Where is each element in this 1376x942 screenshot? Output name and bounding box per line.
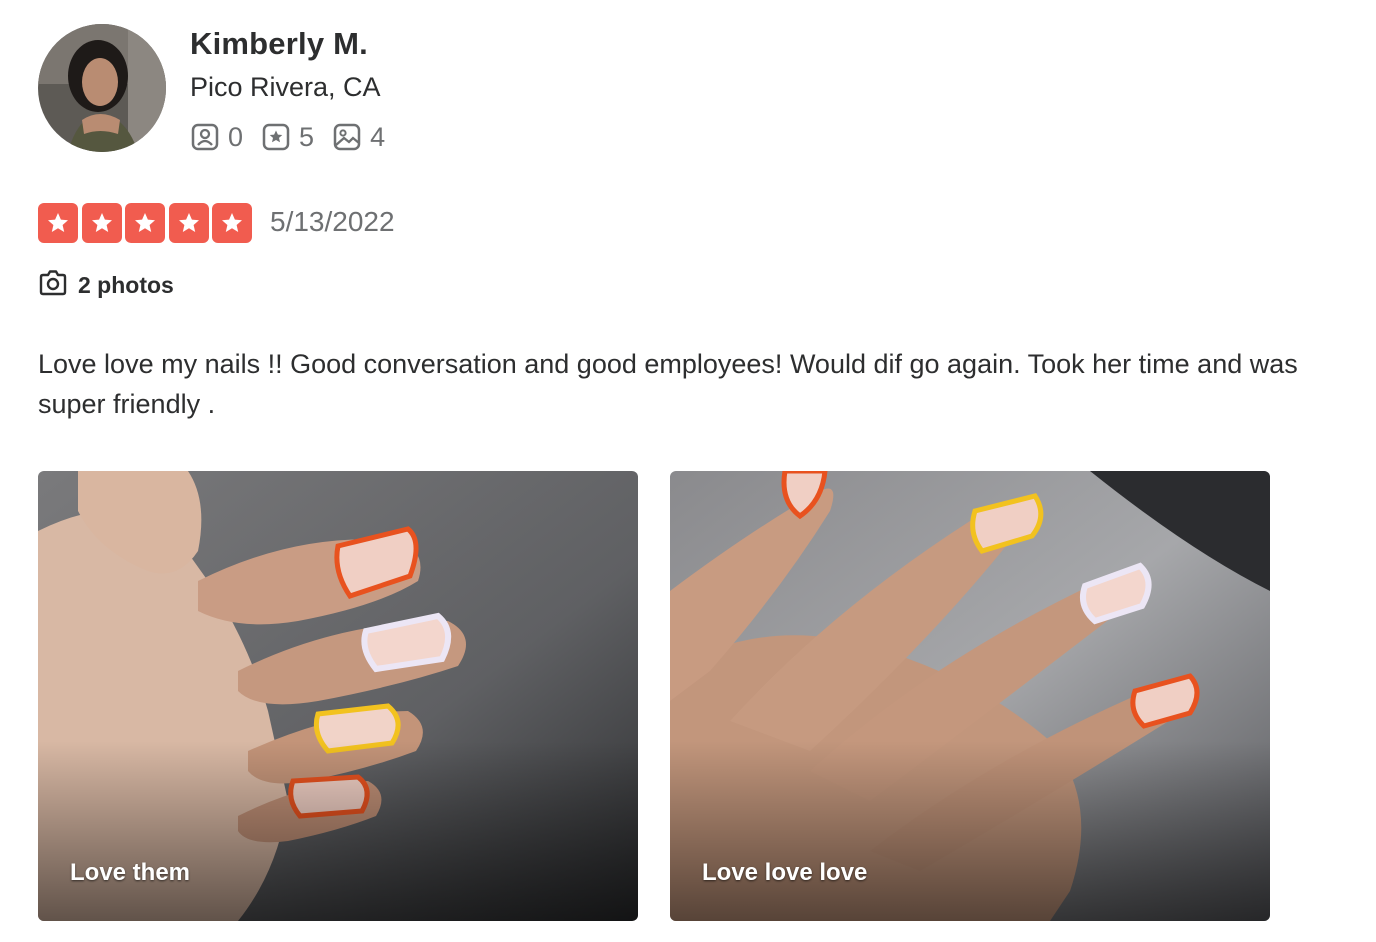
photo-caption: Love love love (702, 859, 868, 886)
star-icon (212, 203, 252, 243)
friends-stat: 0 (190, 122, 243, 153)
star-icon (125, 203, 165, 243)
review-photo[interactable]: Love love love (670, 471, 1270, 921)
friends-count: 0 (228, 121, 244, 152)
review-photo[interactable]: Love them (38, 471, 638, 921)
reviews-icon (261, 122, 291, 152)
review-text: Love love my nails !! Good conversation … (38, 349, 1298, 419)
reviews-count: 5 (299, 121, 315, 152)
photos-link[interactable]: 2 photos (38, 268, 174, 303)
star-rating (38, 203, 256, 243)
star-icon (38, 203, 78, 243)
star-icon (81, 203, 122, 243)
photos-count: 4 (370, 121, 386, 152)
user-name[interactable]: Kimberly M. (190, 26, 368, 62)
camera-icon (38, 268, 68, 303)
photos-stat: 4 (332, 122, 385, 153)
photo-caption: Love them (70, 859, 191, 886)
star-icon (168, 203, 209, 243)
friends-icon (190, 122, 220, 152)
review-date: 5/13/2022 (270, 206, 395, 237)
user-location: Pico Rivera, CA (190, 72, 381, 102)
reviews-stat: 5 (261, 122, 314, 153)
photos-link-label: 2 photos (78, 272, 174, 298)
user-avatar[interactable] (38, 24, 166, 152)
photos-icon (332, 122, 362, 152)
user-stats: 0 5 4 (190, 120, 403, 154)
